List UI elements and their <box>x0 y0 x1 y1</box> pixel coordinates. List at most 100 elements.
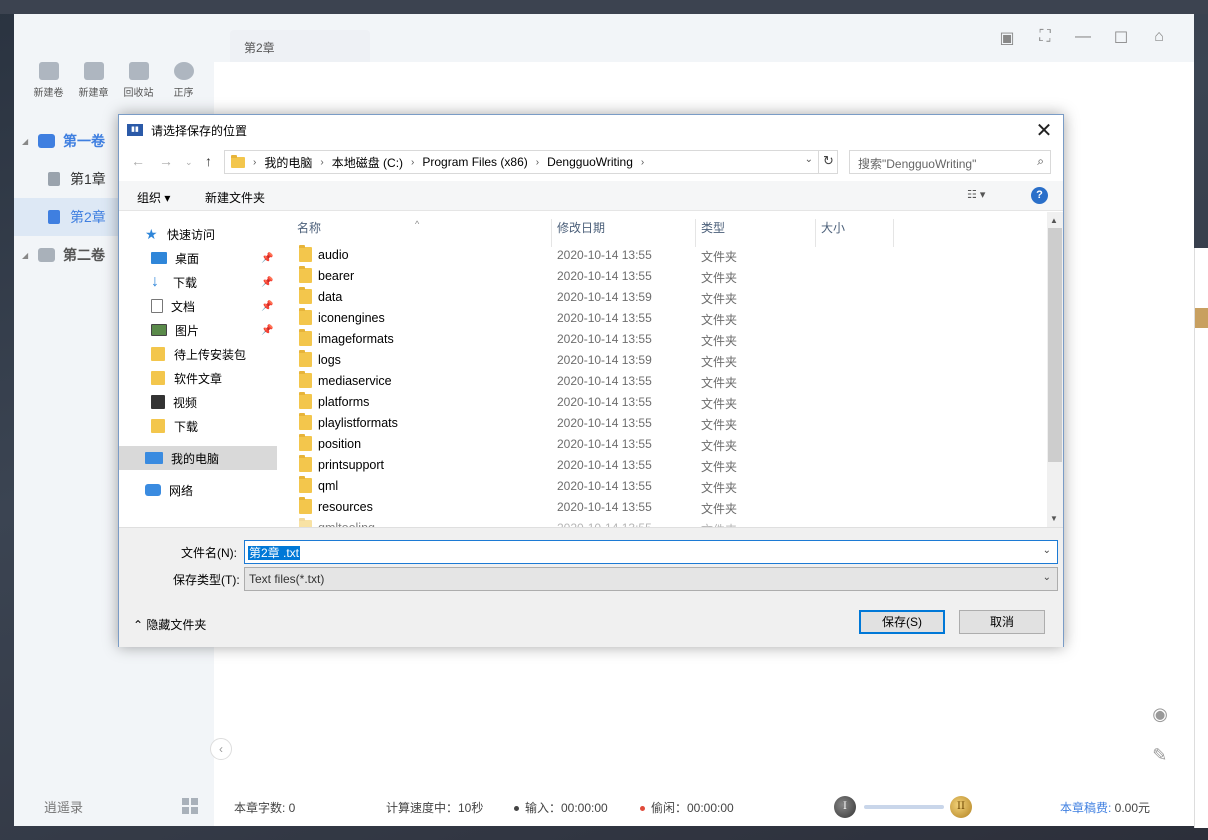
book-title[interactable]: 逍遥录 <box>44 797 83 816</box>
breadcrumb-item[interactable]: 我的电脑 <box>264 154 312 171</box>
search-icon[interactable]: ⌕ <box>1037 154 1044 169</box>
file-row[interactable]: resources 2020-10-14 13:55 文件夹 <box>279 496 1047 517</box>
nav-quick-access[interactable]: ★ 快速访问 <box>119 222 277 246</box>
folder-icon <box>299 245 312 262</box>
knob-right-icon[interactable]: II <box>950 796 972 818</box>
help-icon[interactable]: ? <box>1031 187 1048 204</box>
pen-icon[interactable]: ✎ <box>1152 745 1168 766</box>
desktop-icon <box>151 252 167 264</box>
sort-order-button[interactable]: 正序 <box>161 62 206 99</box>
expand-arrow-icon[interactable]: ◢ <box>22 137 28 146</box>
cancel-button[interactable]: 取消 <box>959 610 1045 634</box>
folder-icon <box>151 347 165 361</box>
fullscreen-icon[interactable]: ⛶ <box>1036 28 1054 48</box>
file-row[interactable]: mediaservice 2020-10-14 13:55 文件夹 <box>279 370 1047 391</box>
sort-icon <box>173 62 194 80</box>
slider-track[interactable] <box>864 805 944 809</box>
home-icon[interactable]: ⌂ <box>1150 28 1168 48</box>
sidebar-toolbar: 新建卷 新建章 回收站 正序 <box>26 62 206 99</box>
column-type[interactable]: 类型 <box>701 219 725 236</box>
recycle-bin-button[interactable]: 回收站 <box>116 62 161 99</box>
file-row[interactable]: printsupport 2020-10-14 13:55 文件夹 <box>279 454 1047 475</box>
recent-dropdown-icon[interactable]: ⌄ <box>185 157 193 168</box>
nav-downloads-folder[interactable]: 下载 <box>119 414 277 438</box>
chevron-down-icon[interactable]: ⌄ <box>805 154 813 165</box>
nav-videos[interactable]: 视频 <box>119 390 277 414</box>
vertical-scrollbar[interactable]: ▲ ▼ <box>1047 212 1063 527</box>
address-row: ← → ⌄ ↑ › 我的电脑 › 本地磁盘 (C:) › Program Fil… <box>119 148 1063 176</box>
column-size[interactable]: 大小 <box>821 219 845 236</box>
breadcrumb-item[interactable]: Program Files (x86) <box>422 155 527 169</box>
chevron-down-icon[interactable]: ⌄ <box>1043 572 1051 583</box>
address-bar[interactable]: › 我的电脑 › 本地磁盘 (C:) › Program Files (x86)… <box>224 150 838 174</box>
nav-downloads[interactable]: ↓ 下载 📌 <box>119 270 277 294</box>
file-row[interactable]: bearer 2020-10-14 13:55 文件夹 <box>279 265 1047 286</box>
picture-icon <box>151 324 167 336</box>
new-folder-button[interactable]: 新建文件夹 <box>205 189 265 206</box>
scroll-down-icon[interactable]: ▼ <box>1050 514 1058 523</box>
file-row[interactable]: position 2020-10-14 13:55 文件夹 <box>279 433 1047 454</box>
file-row[interactable]: iconengines 2020-10-14 13:55 文件夹 <box>279 307 1047 328</box>
chapter-earnings: 本章稿费: 0.00元 <box>1059 801 1150 815</box>
briefcase-icon[interactable]: ▣ <box>998 28 1016 48</box>
folder-icon <box>299 497 312 514</box>
tab-chapter[interactable]: 第2章 <box>230 30 370 62</box>
column-date[interactable]: 修改日期 <box>557 219 605 236</box>
search-input[interactable]: 搜索"DengguoWriting" ⌕ <box>849 150 1051 174</box>
organize-menu[interactable]: 组织 ▾ <box>137 189 170 206</box>
back-icon[interactable]: ← <box>131 153 145 169</box>
save-button[interactable]: 保存(S) <box>859 610 945 634</box>
folder-icon <box>151 371 165 385</box>
scroll-up-icon[interactable]: ▲ <box>1050 216 1058 225</box>
folder-icon <box>299 518 312 527</box>
new-chapter-button[interactable]: 新建章 <box>71 62 116 99</box>
filename-input[interactable]: 第2章 .txt ⌄ <box>244 540 1058 564</box>
nav-software-articles[interactable]: 软件文章 <box>119 366 277 390</box>
up-icon[interactable]: ↑ <box>205 153 212 169</box>
file-list: ^ 名称 修改日期 类型 大小 audio 2020-10-14 13:55 文件夹… <box>279 212 1047 527</box>
file-row[interactable]: qmltooling2020-10-14 13:55文件夹 <box>279 517 1047 527</box>
background-window <box>1194 248 1208 828</box>
refresh-icon[interactable]: ↻ <box>818 150 838 174</box>
nav-documents[interactable]: 文档 📌 <box>119 294 277 318</box>
column-name[interactable]: 名称 <box>297 219 321 236</box>
file-row[interactable]: platforms 2020-10-14 13:55 文件夹 <box>279 391 1047 412</box>
breadcrumb-item[interactable]: DengguoWriting <box>547 155 633 169</box>
scroll-thumb[interactable] <box>1048 228 1062 462</box>
file-row[interactable]: data 2020-10-14 13:59 文件夹 <box>279 286 1047 307</box>
minimize-icon[interactable]: — <box>1074 28 1092 48</box>
file-row[interactable]: imageformats 2020-10-14 13:55 文件夹 <box>279 328 1047 349</box>
filename-label: 文件名(N): <box>181 546 237 560</box>
close-icon[interactable]: ✕ <box>1033 118 1055 143</box>
forward-icon[interactable]: → <box>159 153 173 169</box>
eye-icon[interactable]: ◉ <box>1152 704 1168 725</box>
chapter-icon <box>48 172 60 186</box>
filetype-select[interactable]: Text files(*.txt) ⌄ <box>244 567 1058 591</box>
view-options-icon[interactable]: ☷ ▾ <box>967 188 985 201</box>
filetype-label: 保存类型(T): <box>173 573 240 587</box>
nav-pictures[interactable]: 图片 📌 <box>119 318 277 342</box>
folder-icon <box>299 392 312 409</box>
chevron-down-icon[interactable]: ⌄ <box>1043 545 1051 556</box>
folder-icon <box>299 413 312 430</box>
nav-pending-packages[interactable]: 待上传安装包 <box>119 342 277 366</box>
breadcrumb-item[interactable]: 本地磁盘 (C:) <box>332 154 403 171</box>
file-row[interactable]: logs 2020-10-14 13:59 文件夹 <box>279 349 1047 370</box>
knob-left-icon[interactable]: I <box>834 796 856 818</box>
file-row[interactable]: qml 2020-10-14 13:55 文件夹 <box>279 475 1047 496</box>
recycle-bin-icon <box>128 62 149 80</box>
grid-view-icon[interactable] <box>182 798 198 814</box>
nav-desktop[interactable]: 桌面 📌 <box>119 246 277 270</box>
file-row[interactable]: audio 2020-10-14 13:55 文件夹 <box>279 244 1047 265</box>
maximize-icon[interactable]: ☐ <box>1112 28 1130 48</box>
input-time: 输入：00:00:00 <box>514 799 608 816</box>
hide-folders-toggle[interactable]: ⌃ 隐藏文件夹 <box>133 616 206 633</box>
nav-network[interactable]: 网络 <box>119 478 277 502</box>
file-row[interactable]: playlistformats 2020-10-14 13:55 文件夹 <box>279 412 1047 433</box>
computer-icon <box>145 452 163 464</box>
new-volume-button[interactable]: 新建卷 <box>26 62 71 99</box>
expand-arrow-icon[interactable]: ◢ <box>22 251 28 260</box>
collapse-sidebar-icon[interactable]: ‹ <box>210 738 232 760</box>
mode-slider[interactable]: I II <box>834 796 972 818</box>
nav-this-pc[interactable]: 我的电脑 <box>119 446 277 470</box>
